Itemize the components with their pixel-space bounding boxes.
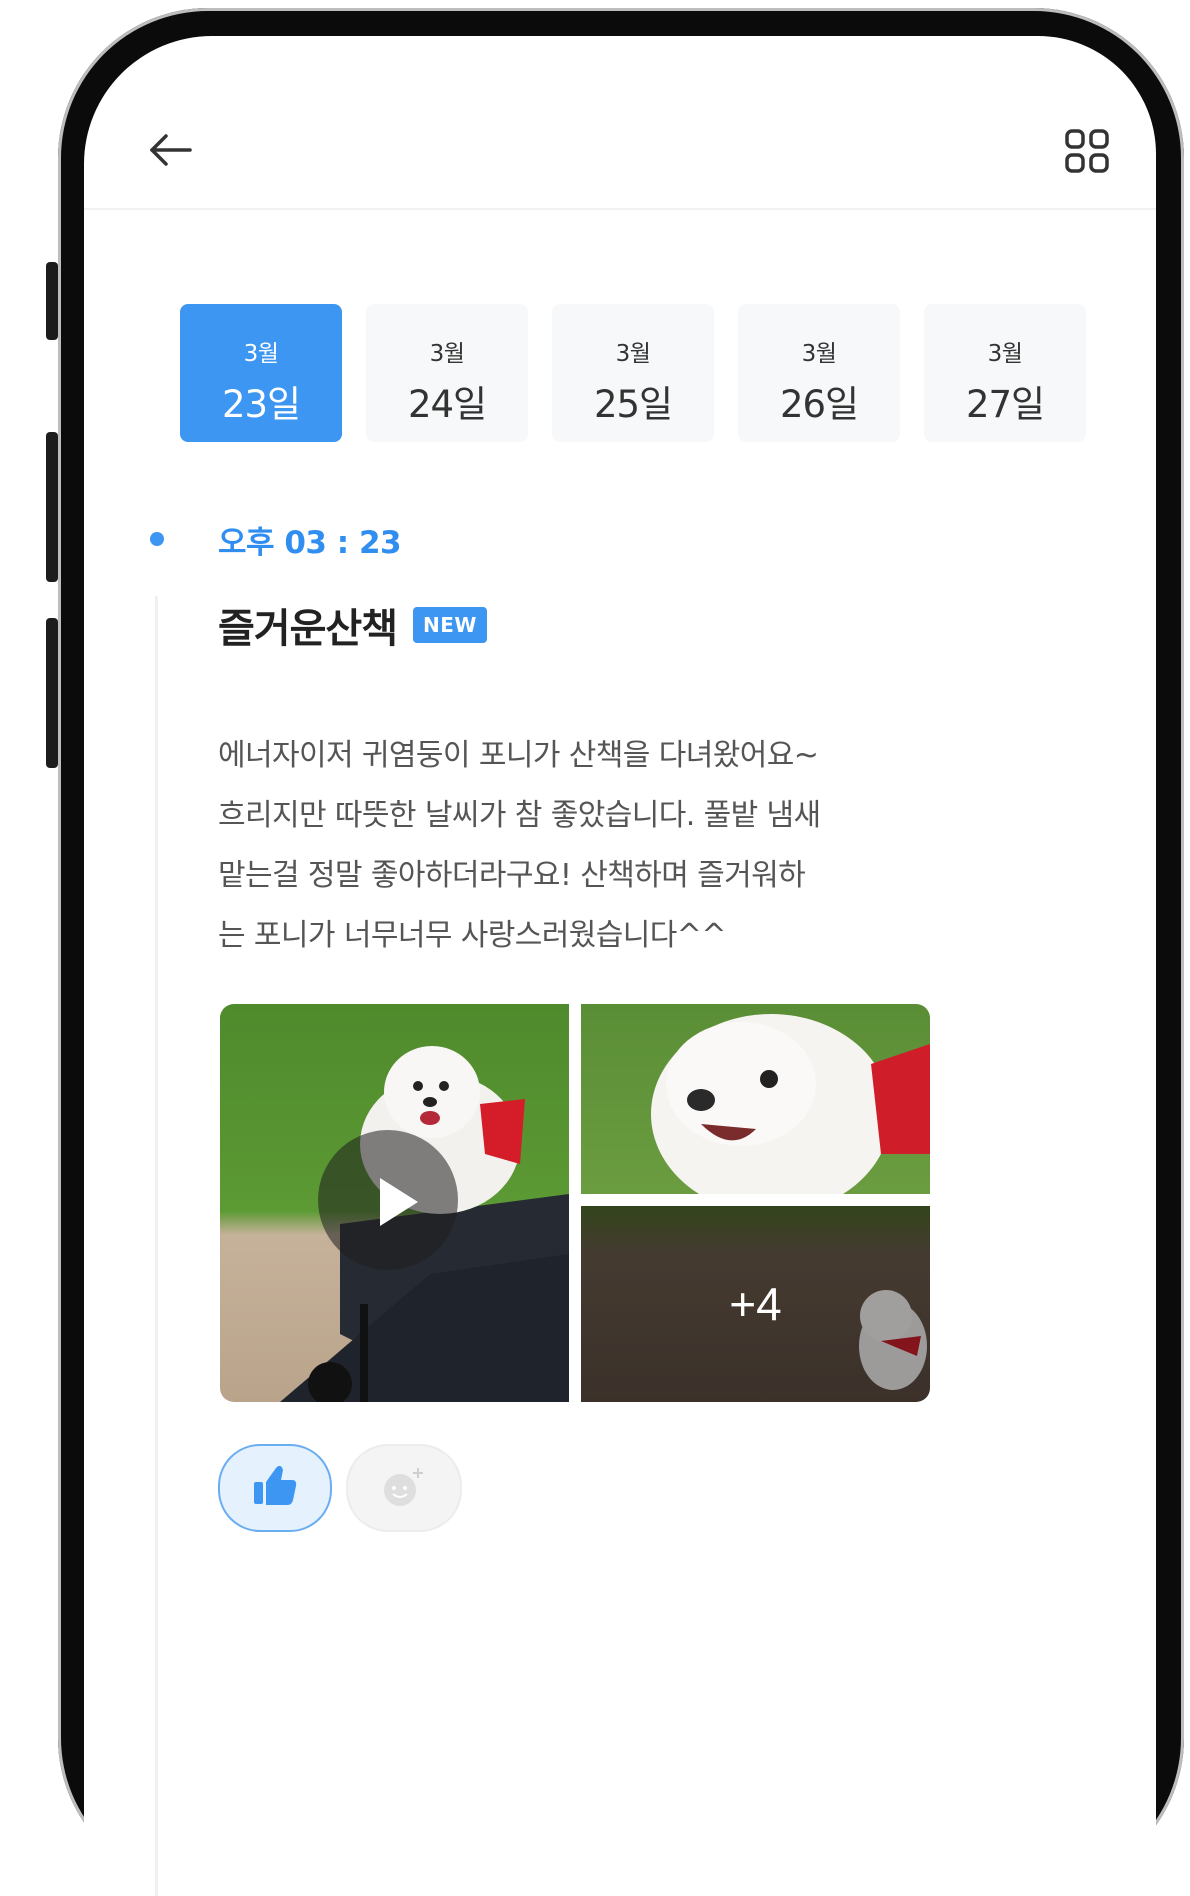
timeline-line xyxy=(155,596,158,1896)
top-app-bar xyxy=(84,36,1156,210)
date-chip-24[interactable]: 3월 24일 xyxy=(366,304,528,442)
app-screen: 3월 23일 3월 24일 3월 25일 3월 26일 3월 27일 오후 03… xyxy=(84,36,1156,1896)
more-photos-overlay[interactable]: +4 xyxy=(581,1206,930,1402)
photo-thumbnail-more[interactable]: +4 xyxy=(581,1206,930,1402)
date-chip-25[interactable]: 3월 25일 xyxy=(552,304,714,442)
post-body-line: 는 포니가 너무너무 사랑스러웠습니다^^ xyxy=(218,918,726,953)
post-body-line: 에너자이저 귀염둥이 포니가 산책을 다녀왔어요~ xyxy=(218,738,819,773)
more-photos-count: +4 xyxy=(729,1278,782,1330)
timeline-dot xyxy=(150,532,164,546)
grid-icon xyxy=(1065,129,1109,173)
date-month: 3월 xyxy=(801,341,837,367)
date-chip-26[interactable]: 3월 26일 xyxy=(738,304,900,442)
phone-side-button xyxy=(46,262,58,340)
new-badge: NEW xyxy=(413,607,487,643)
post-title-row: 즐거운산책 NEW xyxy=(218,596,487,654)
dog-closeup-photo xyxy=(651,1014,930,1194)
date-chip-27[interactable]: 3월 27일 xyxy=(924,304,1086,442)
date-month: 3월 xyxy=(615,341,651,367)
phone-volume-up-button xyxy=(46,432,58,582)
video-thumbnail[interactable] xyxy=(220,1004,569,1402)
phone-volume-down-button xyxy=(46,618,58,768)
post-body-line: 맡는걸 정말 좋아하더라구요! 산책하며 즐거워하 xyxy=(218,858,806,893)
date-chip-23[interactable]: 3월 23일 xyxy=(180,304,342,442)
date-day: 23일 xyxy=(221,383,301,426)
photo-gallery: +4 xyxy=(220,1004,930,1402)
date-month: 3월 xyxy=(243,341,279,367)
date-day: 24일 xyxy=(407,383,487,426)
date-day: 25일 xyxy=(593,383,673,426)
play-button[interactable] xyxy=(318,1130,458,1270)
date-day: 26일 xyxy=(779,383,859,426)
post-body-line: 흐리지만 따뜻한 날씨가 참 좋았습니다. 풀밭 냄새 xyxy=(218,798,821,833)
grid-view-button[interactable] xyxy=(1064,128,1110,174)
photo-thumbnail[interactable] xyxy=(581,1004,930,1194)
add-reaction-button[interactable] xyxy=(346,1444,462,1532)
play-icon xyxy=(380,1178,418,1226)
add-emoji-icon xyxy=(384,1468,423,1506)
date-day: 27일 xyxy=(965,383,1045,426)
date-month: 3월 xyxy=(429,341,465,367)
post-body: 에너자이저 귀염둥이 포니가 산책을 다녀왔어요~ 흐리지만 따뜻한 날씨가 참… xyxy=(218,726,958,966)
date-month: 3월 xyxy=(987,341,1023,367)
post-time: 오후 03 : 23 xyxy=(218,525,402,561)
thumbs-up-icon xyxy=(254,1465,297,1505)
arrow-left-icon xyxy=(150,134,192,166)
post-title: 즐거운산책 xyxy=(218,606,398,652)
like-button[interactable] xyxy=(218,1444,332,1532)
back-button[interactable] xyxy=(144,128,198,172)
